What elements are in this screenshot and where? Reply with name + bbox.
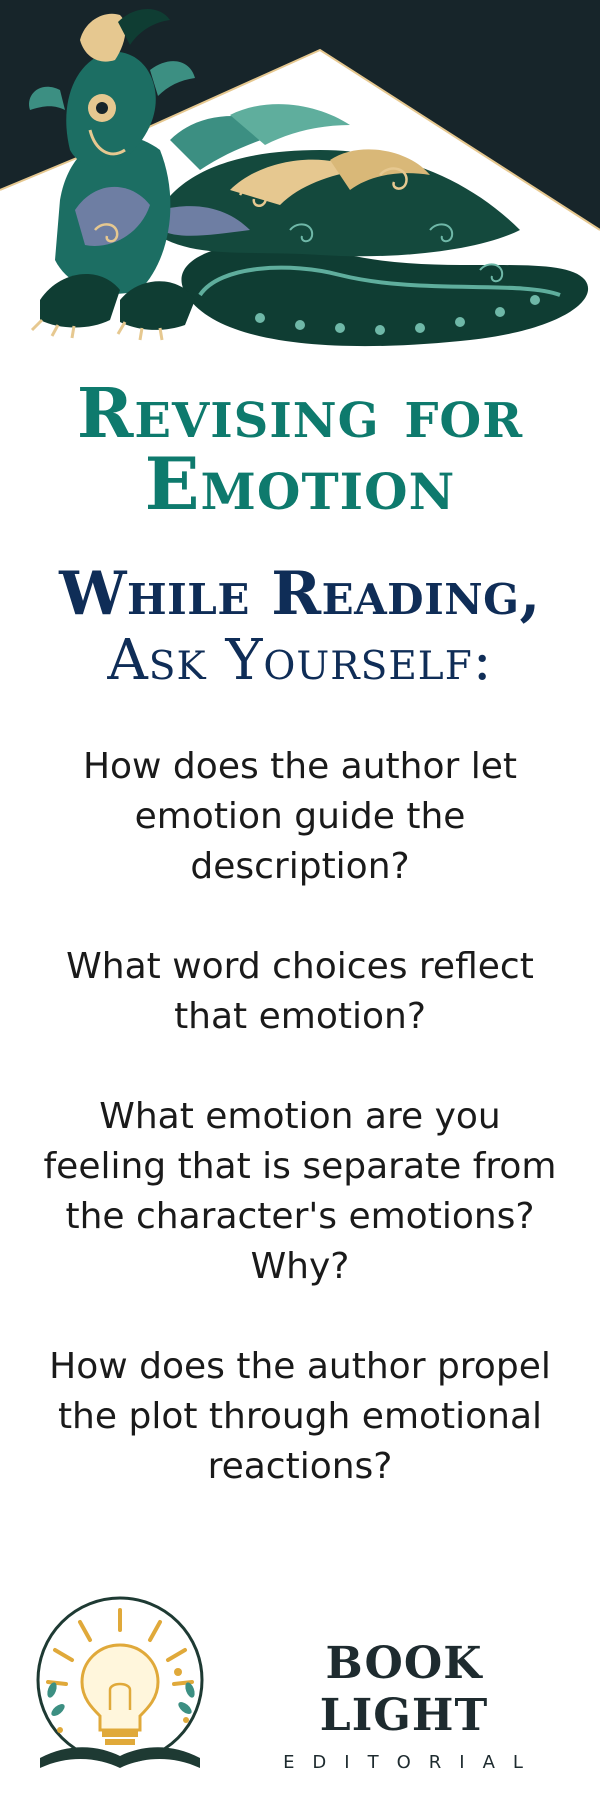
title-line-2: Emotion — [144, 441, 456, 526]
page-title: Revising for Emotion — [0, 374, 600, 526]
question-item: What word choices reflect that emotion? — [66, 946, 534, 1037]
subheading-line-1: While Reading, — [59, 559, 541, 629]
question-list: How does the author let emotion guide th… — [40, 742, 560, 1542]
title-line-1: Revising for — [76, 374, 524, 454]
question-item: What emotion are you feeling that is sep… — [43, 1096, 557, 1287]
brand-tagline: EDITORIAL — [283, 1752, 541, 1773]
subheading-line-2: Ask Yourself: — [107, 628, 493, 693]
question-item: How does the author propel the plot thro… — [49, 1346, 551, 1487]
bookmark-page: Revising for Emotion While Reading, Ask … — [0, 0, 600, 1800]
dragon-illustration — [0, 0, 600, 370]
subheading: While Reading, Ask Yourself: — [0, 560, 600, 694]
brand-name: BOOK LIGHT — [319, 1638, 489, 1741]
brand-wordmark: BOOK LIGHT EDITORIAL — [234, 1638, 574, 1773]
question-item: How does the author let emotion guide th… — [82, 746, 518, 887]
